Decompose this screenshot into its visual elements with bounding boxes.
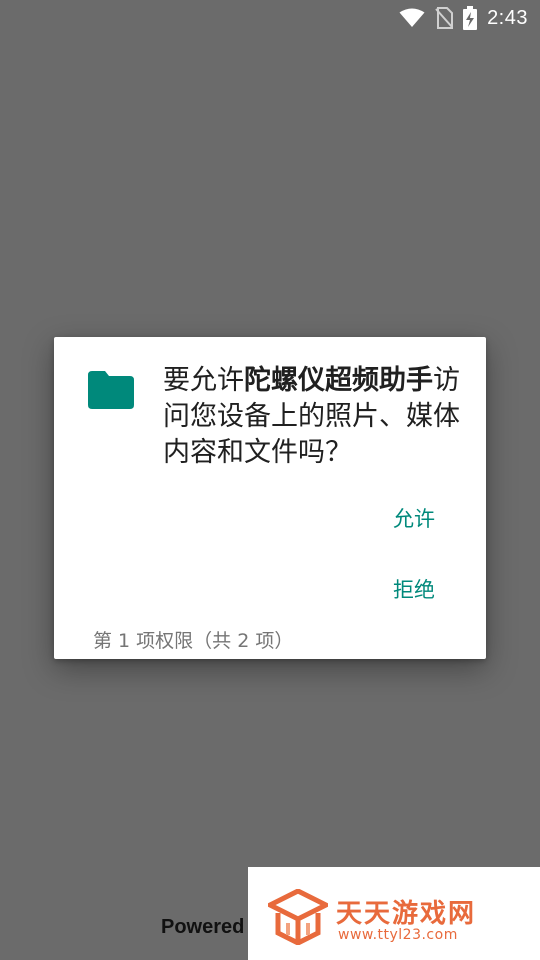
permission-dialog: 要允许陀螺仪超频助手访问您设备上的照片、媒体内容和文件吗？ 允许 拒绝 第 1 … [54, 337, 486, 659]
watermark: 天天游戏网 www.ttyl23.com [248, 867, 540, 960]
watermark-url: www.ttyl23.com [338, 927, 458, 943]
allow-button[interactable]: 允许 [393, 503, 435, 533]
no-sim-icon [435, 7, 454, 29]
app-name: 陀螺仪超频助手 [244, 365, 433, 396]
deny-button[interactable]: 拒绝 [393, 574, 435, 604]
battery-charging-icon [463, 6, 478, 30]
status-bar: 2:43 [0, 0, 540, 36]
permission-message: 要允许陀螺仪超频助手访问您设备上的照片、媒体内容和文件吗？ [163, 363, 473, 471]
status-icons: 2:43 [399, 5, 528, 31]
watermark-logo-icon [268, 889, 328, 945]
folder-icon [88, 371, 134, 409]
powered-text: Powered [161, 916, 245, 938]
wifi-icon [399, 8, 425, 27]
message-prefix: 要允许 [163, 365, 244, 396]
status-clock: 2:43 [487, 6, 528, 29]
permission-counter: 第 1 项权限（共 2 项） [93, 630, 294, 652]
watermark-title: 天天游戏网 [336, 899, 477, 929]
